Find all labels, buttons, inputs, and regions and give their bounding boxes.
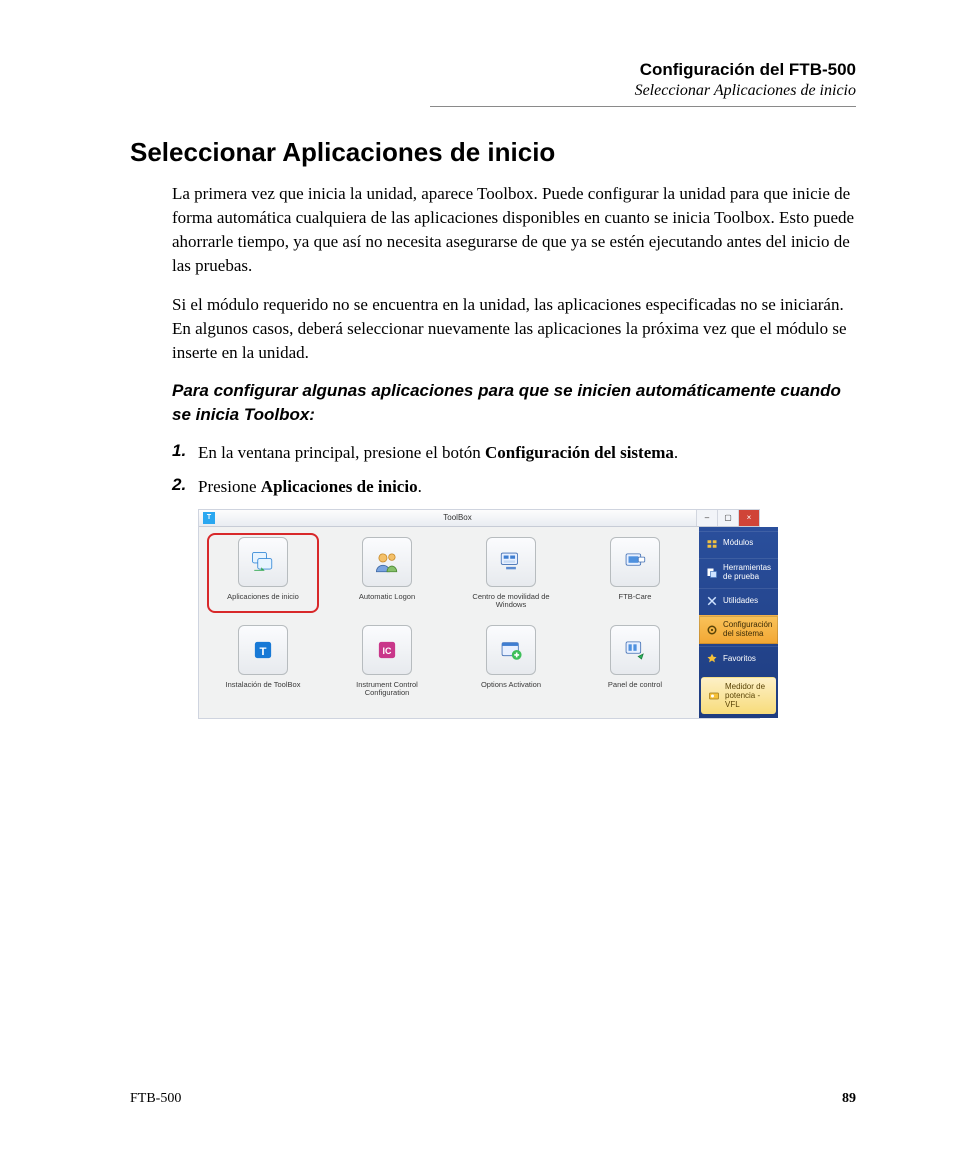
svg-text:T: T — [260, 646, 267, 658]
tile-label: FTB-Care — [581, 593, 689, 611]
procedure-lead: Para configurar algunas aplicaciones par… — [172, 379, 856, 427]
sidebar-item-configuracion-sistema[interactable]: Configuración del sistema — [699, 615, 778, 644]
modules-icon — [705, 537, 719, 551]
sidebar-item-label: Módulos — [723, 539, 753, 548]
section-title: Seleccionar Aplicaciones de inicio — [130, 137, 856, 168]
page-number: 89 — [842, 1091, 856, 1107]
tile-label: Centro de movilidad de Windows — [457, 593, 565, 611]
mobility-center-icon — [498, 549, 524, 575]
control-panel-icon — [622, 637, 648, 663]
tile-instrument-control-config[interactable]: IC Instrument Control Configuration — [333, 625, 441, 699]
header-rule — [430, 106, 856, 107]
sidebar-item-favoritos[interactable]: Favoritos — [699, 646, 778, 671]
tile-label: Automatic Logon — [333, 593, 441, 611]
sidebar-item-utilidades[interactable]: Utilidades — [699, 588, 778, 613]
tile-label: Instrument Control Configuration — [333, 681, 441, 699]
page-footer: FTB-500 89 — [130, 1091, 856, 1107]
test-tools-icon — [705, 566, 719, 580]
sidebar-item-label: Favoritos — [723, 655, 756, 664]
sidebar-item-label: Configuración del sistema — [723, 621, 772, 639]
sidebar-item-medidor-potencia-vfl[interactable]: Medidor de potencia - VFL — [701, 677, 776, 714]
window-title: ToolBox — [219, 510, 696, 526]
tile-label: Instalación de ToolBox — [209, 681, 317, 699]
step-number: 2. — [172, 475, 198, 499]
tile-label: Panel de control — [581, 681, 689, 699]
instrument-control-icon: IC — [374, 637, 400, 663]
step-number: 1. — [172, 441, 198, 465]
tile-automatic-logon[interactable]: Automatic Logon — [333, 537, 441, 611]
titlebar: T ToolBox – ▢ × — [199, 510, 759, 527]
app-icon: T — [203, 512, 215, 524]
ftb-care-icon — [622, 549, 648, 575]
procedure-steps: 1. En la ventana principal, presione el … — [172, 441, 856, 499]
sidebar-item-label: Utilidades — [723, 597, 758, 606]
maximize-button[interactable]: ▢ — [717, 510, 738, 526]
options-activation-icon — [498, 637, 524, 663]
screenshot-toolbox-window: T ToolBox – ▢ × Aplicaciones de inicio — [198, 509, 760, 720]
tile-grid: Aplicaciones de inicio Automatic Logon — [199, 527, 699, 719]
running-header-subtitle: Seleccionar Aplicaciones de inicio — [130, 82, 856, 100]
tile-label: Aplicaciones de inicio — [209, 593, 317, 611]
sidebar: Módulos Herramientas de prueba Utilidade… — [699, 527, 778, 719]
paragraph-1: La primera vez que inicia la unidad, apa… — [172, 182, 856, 279]
svg-text:IC: IC — [383, 646, 392, 656]
tile-ftb-care[interactable]: FTB-Care — [581, 537, 689, 611]
tile-centro-movilidad-windows[interactable]: Centro de movilidad de Windows — [457, 537, 565, 611]
tile-label: Options Activation — [457, 681, 565, 699]
close-button[interactable]: × — [738, 510, 759, 526]
sidebar-item-modulos[interactable]: Módulos — [699, 531, 778, 556]
tile-panel-de-control[interactable]: Panel de control — [581, 625, 689, 699]
minimize-button[interactable]: – — [696, 510, 717, 526]
tile-aplicaciones-de-inicio[interactable]: Aplicaciones de inicio — [209, 537, 317, 611]
startup-apps-icon — [249, 548, 277, 576]
sidebar-item-label: Herramientas de prueba — [723, 564, 772, 582]
toolbox-install-icon: T — [250, 637, 276, 663]
step-2: 2. Presione Aplicaciones de inicio. — [172, 475, 856, 499]
running-header-title: Configuración del FTB-500 — [130, 60, 856, 80]
tile-instalacion-toolbox[interactable]: T Instalación de ToolBox — [209, 625, 317, 699]
sidebar-item-herramientas-prueba[interactable]: Herramientas de prueba — [699, 558, 778, 587]
user-people-icon — [374, 549, 400, 575]
step-body: Presione Aplicaciones de inicio. — [198, 475, 856, 499]
step-body: En la ventana principal, presione el bot… — [198, 441, 856, 465]
system-config-icon — [705, 623, 719, 637]
sidebar-item-label: Medidor de potencia - VFL — [725, 683, 770, 709]
favorites-icon — [705, 652, 719, 666]
running-header: Configuración del FTB-500 Seleccionar Ap… — [130, 60, 856, 107]
paragraph-2: Si el módulo requerido no se encuentra e… — [172, 293, 856, 365]
footer-product: FTB-500 — [130, 1091, 181, 1107]
power-meter-icon — [707, 689, 721, 703]
step-1: 1. En la ventana principal, presione el … — [172, 441, 856, 465]
utilities-icon — [705, 594, 719, 608]
tile-options-activation[interactable]: Options Activation — [457, 625, 565, 699]
body-text: La primera vez que inicia la unidad, apa… — [172, 182, 856, 719]
